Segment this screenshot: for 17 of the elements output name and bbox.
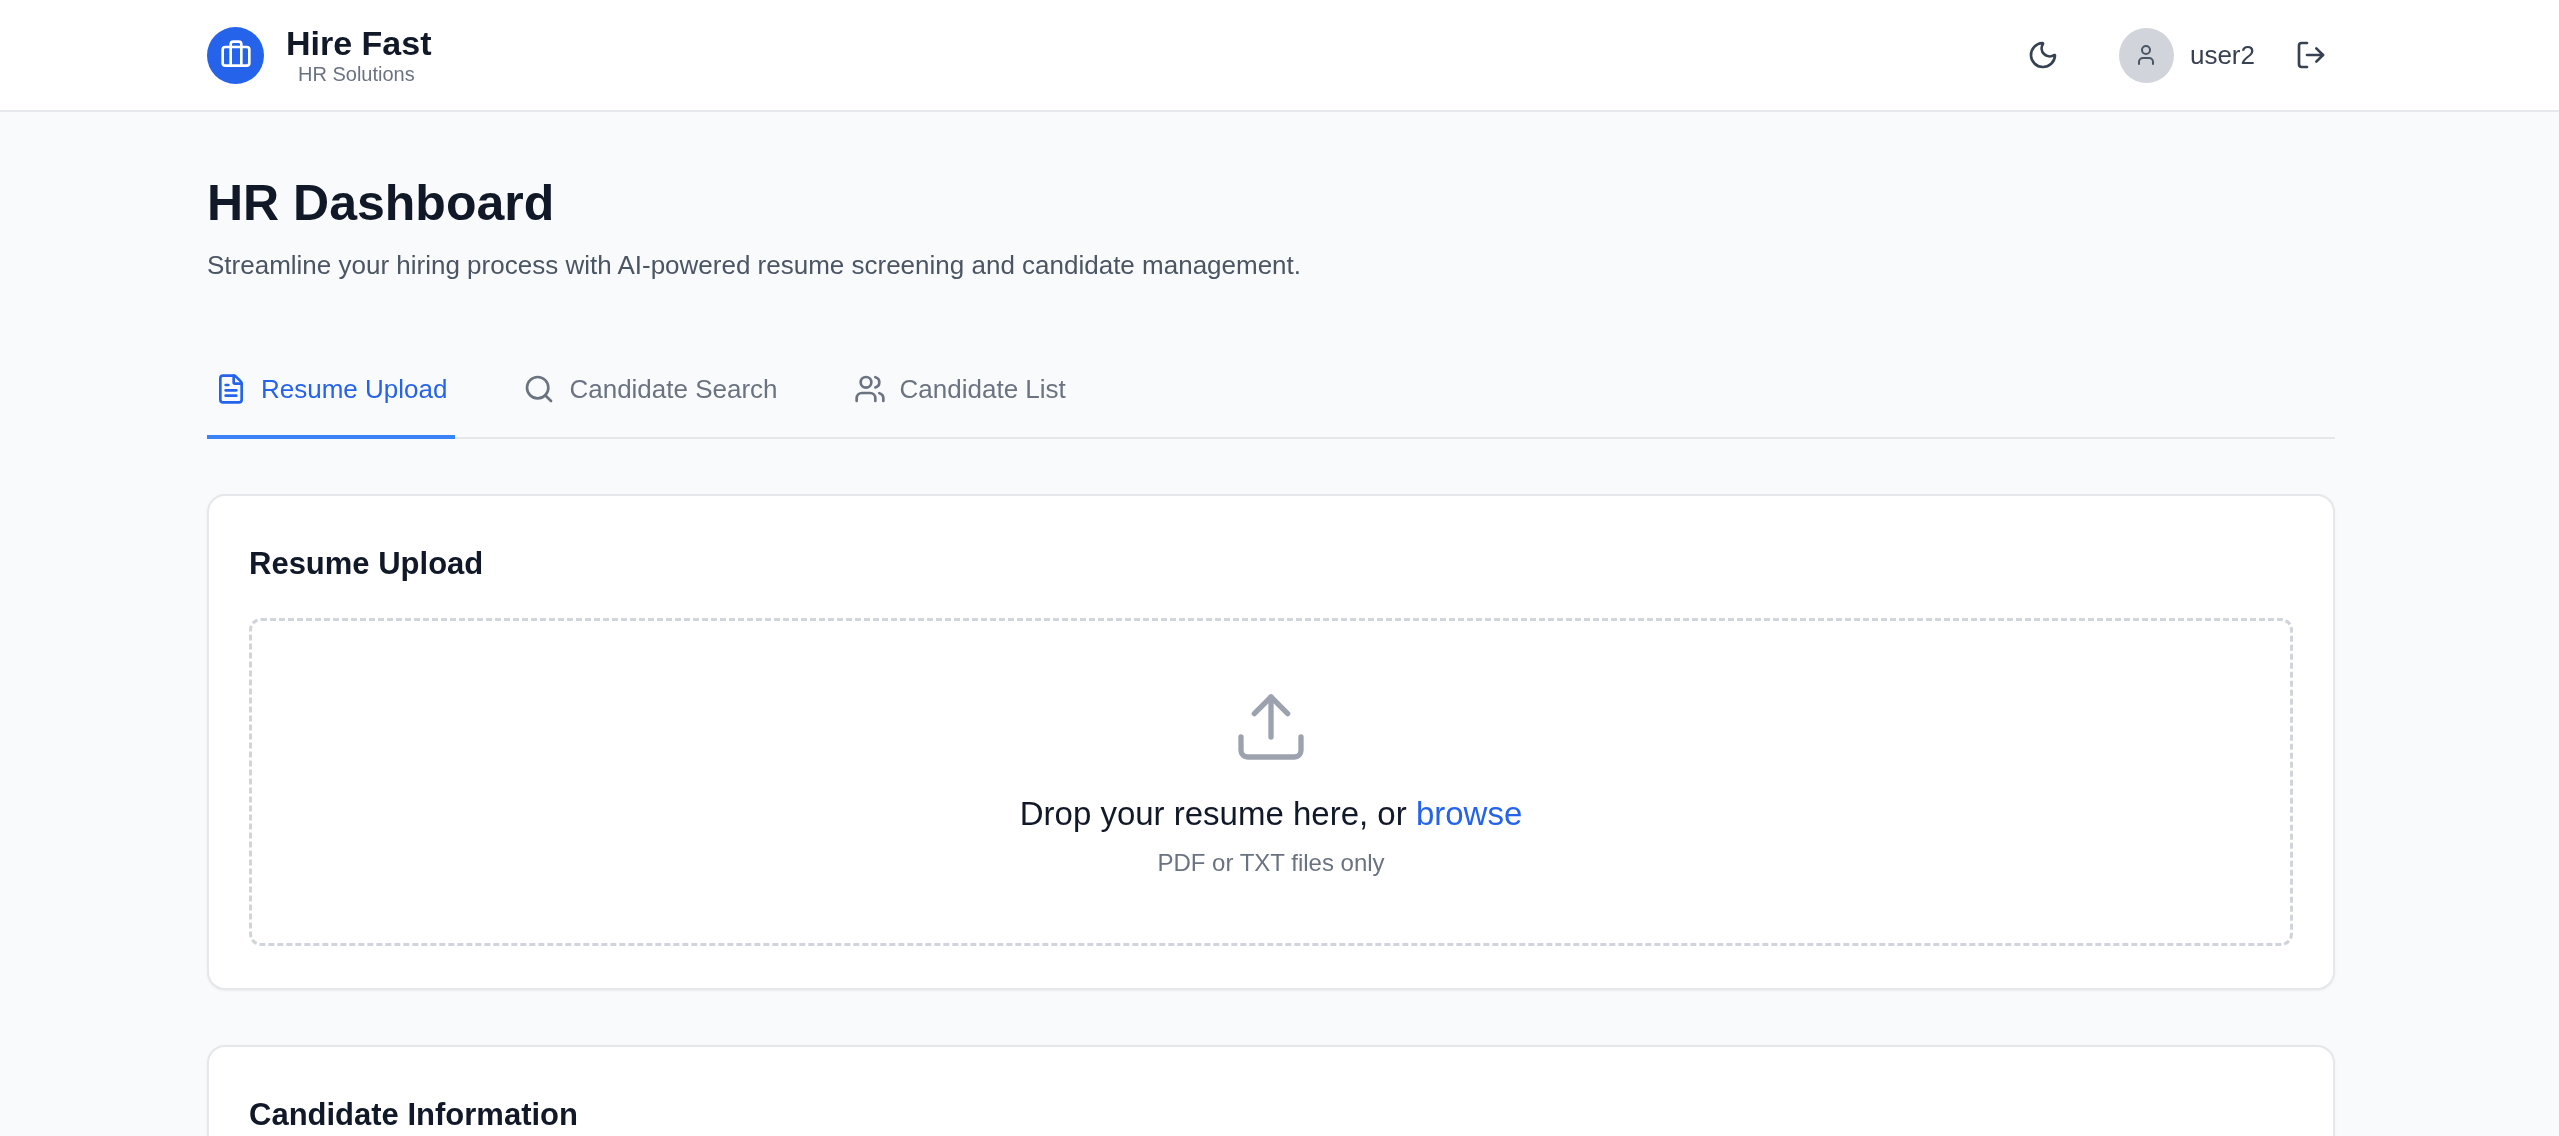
page-title: HR Dashboard <box>207 174 556 232</box>
tab[interactable]: Candidate Search <box>515 373 786 439</box>
drop-zone[interactable]: Drop your resume here, or browse PDF or TXT files only <box>249 618 2293 946</box>
file-type-hint: PDF or TXT files only <box>1157 849 1385 877</box>
browse-link[interactable]: browse <box>1415 795 1523 832</box>
card-title: Candidate Information <box>249 1097 579 1133</box>
briefcase-logo-icon <box>207 26 264 84</box>
tab[interactable]: Resume Upload <box>207 373 456 439</box>
user-name: user2 <box>2189 39 2255 71</box>
tab[interactable]: Candidate List <box>845 373 1074 439</box>
logout-icon <box>2295 39 2327 71</box>
drop-prompt: Drop your resume here, or browse <box>1019 795 1523 833</box>
brand-tagline: HR Solutions <box>297 63 416 87</box>
card-title: Resume Upload <box>249 546 485 582</box>
page-subtitle: Streamline your hiring process with AI-powered resume screening and candidate management. <box>207 250 1303 281</box>
brand-name: Hire Fast <box>286 23 432 64</box>
users-icon <box>853 373 886 405</box>
